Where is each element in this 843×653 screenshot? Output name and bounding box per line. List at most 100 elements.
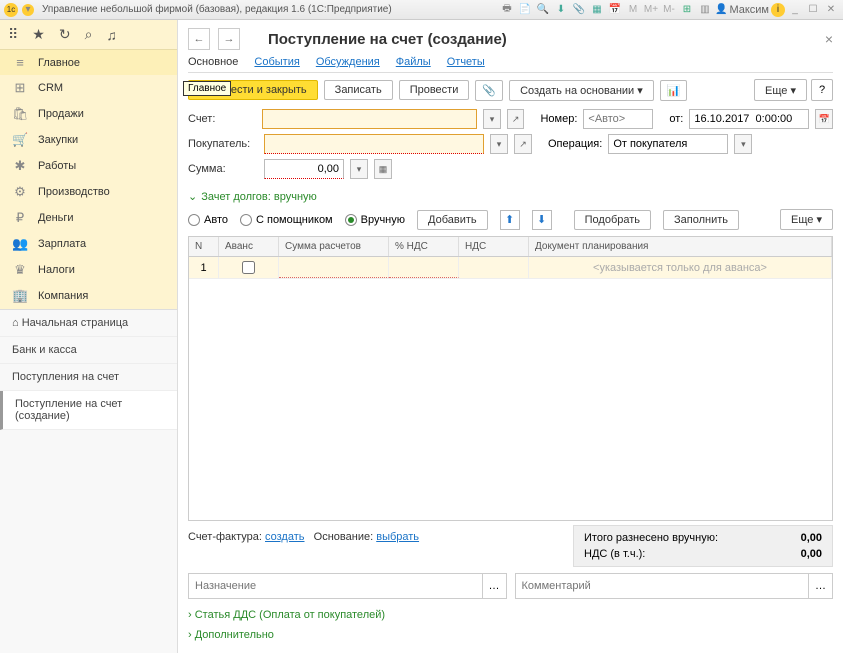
post-button[interactable]: Провести	[399, 80, 470, 100]
cell-vat[interactable]	[459, 257, 529, 278]
sum-input[interactable]	[264, 159, 344, 179]
create-based-button[interactable]: Создать на основании ▾	[509, 80, 654, 101]
m-icon[interactable]: M	[625, 2, 641, 18]
user-label[interactable]: 👤Максим	[715, 4, 769, 16]
add-button[interactable]: Добавить	[417, 210, 488, 230]
doc-icon[interactable]: 📄	[517, 2, 533, 18]
cell-n[interactable]: 1	[189, 257, 219, 278]
dropdown-icon[interactable]: ▾	[22, 4, 34, 16]
debt-section-header[interactable]: ⌄ Зачет долгов: вручную	[188, 190, 833, 203]
comment-input[interactable]	[515, 573, 810, 599]
fill-button[interactable]: Заполнить	[663, 210, 739, 230]
radio-auto[interactable]: Авто	[188, 214, 228, 226]
account-input[interactable]	[262, 109, 477, 129]
search-icon[interactable]: ⌕	[85, 26, 93, 43]
help-button[interactable]: ?	[811, 79, 833, 101]
search-icon[interactable]: 🔍	[535, 2, 551, 18]
nav-label: CRM	[38, 82, 63, 94]
account-open-icon[interactable]: ↗	[507, 109, 525, 129]
table-row[interactable]: 1 <указывается только для аванса>	[189, 257, 832, 279]
create-invoice-link[interactable]: создать	[265, 531, 304, 543]
star-icon[interactable]: ★	[32, 26, 45, 43]
dds-section[interactable]: › Статья ДДС (Оплата от покупателей)	[188, 609, 833, 621]
close-page-icon[interactable]: ×	[825, 31, 833, 47]
bell-icon[interactable]: ♫	[106, 27, 117, 43]
comment-expand-icon[interactable]: …	[809, 573, 833, 599]
minimize-icon[interactable]: _	[787, 2, 803, 18]
cell-doc[interactable]: <указывается только для аванса>	[529, 257, 832, 278]
back-button[interactable]: ←	[188, 28, 210, 50]
tab-discussions[interactable]: Обсуждения	[316, 56, 380, 68]
date-input[interactable]	[689, 109, 809, 129]
calc-icon[interactable]: ▦	[589, 2, 605, 18]
nav-salary[interactable]: 👥Зарплата	[0, 231, 177, 257]
tab-events[interactable]: События	[254, 56, 299, 68]
buyer-open-icon[interactable]: ↗	[514, 134, 532, 154]
panel-icon[interactable]: ▥	[697, 2, 713, 18]
link-icon[interactable]: ⬇	[553, 2, 569, 18]
print-icon[interactable]: 🖶	[499, 2, 515, 18]
purpose-input[interactable]	[188, 573, 483, 599]
col-vat[interactable]: НДС	[459, 237, 529, 256]
radio-assist[interactable]: С помощником	[240, 214, 333, 226]
clip-icon[interactable]: 📎	[571, 2, 587, 18]
m-minus-icon[interactable]: M-	[661, 2, 677, 18]
col-n[interactable]: N	[189, 237, 219, 256]
forward-button[interactable]: →	[218, 28, 240, 50]
history-icon[interactable]: ↻	[59, 26, 71, 43]
m-plus-icon[interactable]: M+	[643, 2, 659, 18]
nav-sales[interactable]: 🛍Продажи	[0, 101, 177, 127]
tab-reports[interactable]: Отчеты	[447, 56, 485, 68]
select-basis-link[interactable]: выбрать	[376, 531, 419, 543]
close-icon[interactable]: ✕	[823, 2, 839, 18]
cell-vat-pct[interactable]	[389, 257, 459, 278]
buyer-input[interactable]	[264, 134, 484, 154]
info-icon[interactable]: i	[771, 3, 785, 17]
nav-money[interactable]: ₽Деньги	[0, 205, 177, 231]
sec-receipt-create[interactable]: Поступление на счет (создание)	[0, 391, 177, 430]
move-up-button[interactable]: ⬆	[500, 210, 520, 230]
radio-manual[interactable]: Вручную	[345, 214, 405, 226]
nav-crm[interactable]: ⊞CRM	[0, 75, 177, 101]
nav-company[interactable]: 🏢Компания	[0, 283, 177, 309]
menu-icon[interactable]: ⠿	[8, 26, 18, 43]
nav-production[interactable]: ⚙Производство	[0, 179, 177, 205]
col-vat-pct[interactable]: % НДС	[389, 237, 459, 256]
account-dropdown-icon[interactable]: ▾	[483, 109, 501, 129]
number-input[interactable]	[583, 109, 653, 129]
nav-taxes[interactable]: ♛Налоги	[0, 257, 177, 283]
sec-bank[interactable]: Банк и касса	[0, 337, 177, 364]
pick-button[interactable]: Подобрать	[574, 210, 651, 230]
calendar-icon[interactable]: 📅	[815, 109, 833, 129]
content: ← → Поступление на счет (создание) × Осн…	[178, 20, 843, 653]
move-down-button[interactable]: ⬇	[532, 210, 552, 230]
sec-home[interactable]: ⌂ Начальная страница	[0, 310, 177, 337]
purpose-expand-icon[interactable]: …	[483, 573, 507, 599]
more-button[interactable]: Еще ▾	[754, 79, 807, 101]
report-icon-button[interactable]: 📊	[660, 80, 688, 101]
nav-main[interactable]: ≡Главное	[0, 50, 177, 75]
operation-dropdown-icon[interactable]: ▾	[734, 134, 752, 154]
buyer-dropdown-icon[interactable]: ▾	[490, 134, 508, 154]
cell-advance[interactable]	[219, 257, 279, 278]
tab-main[interactable]: Основное	[188, 56, 238, 68]
advance-checkbox[interactable]	[242, 261, 255, 274]
calc-icon[interactable]: ▦	[374, 159, 392, 179]
nav-works[interactable]: ✱Работы	[0, 153, 177, 179]
col-advance[interactable]: Аванс	[219, 237, 279, 256]
operation-input[interactable]	[608, 134, 728, 154]
maximize-icon[interactable]: ☐	[805, 2, 821, 18]
nav-purchases[interactable]: 🛒Закупки	[0, 127, 177, 153]
col-doc[interactable]: Документ планирования	[529, 237, 832, 256]
record-button[interactable]: Записать	[324, 80, 393, 100]
tab-files[interactable]: Файлы	[396, 56, 431, 68]
sum-dropdown-icon[interactable]: ▾	[350, 159, 368, 179]
cell-sum[interactable]	[279, 257, 389, 278]
col-sum[interactable]: Сумма расчетов	[279, 237, 389, 256]
additional-section[interactable]: › Дополнительно	[188, 629, 833, 641]
table-more-button[interactable]: Еще ▾	[780, 209, 833, 230]
window-icon[interactable]: ⊞	[679, 2, 695, 18]
attach-button[interactable]: 📎	[475, 80, 503, 101]
sec-receipts[interactable]: Поступления на счет	[0, 364, 177, 391]
cal-icon[interactable]: 📅	[607, 2, 623, 18]
